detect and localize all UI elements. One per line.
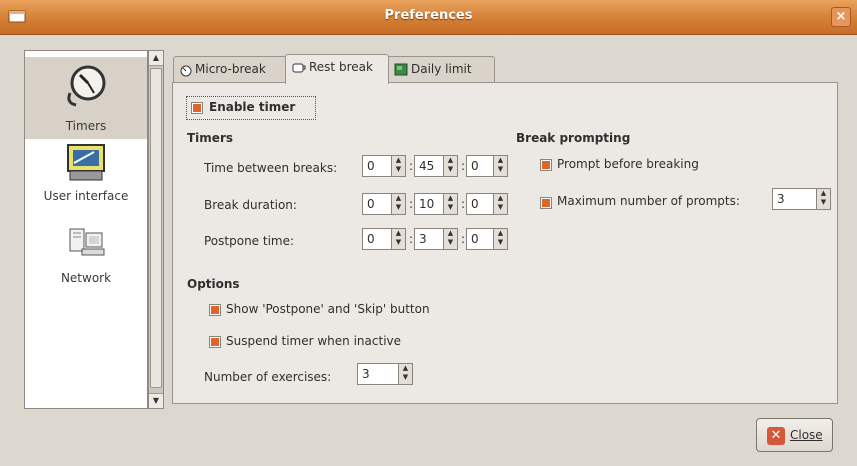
network-icon <box>69 228 105 256</box>
spinner-value: 3 <box>362 367 370 381</box>
tab-daily-limit[interactable]: Daily limit <box>387 56 495 82</box>
number-of-exercises-label: Number of exercises: <box>204 370 332 384</box>
close-button[interactable]: ✕ Close <box>756 418 833 452</box>
preferences-window: Preferences × Timers User interface Netw… <box>0 0 857 466</box>
postpone-seconds-spinner[interactable]: 0 ▲ ▼ <box>466 228 508 250</box>
time-separator: : <box>461 159 466 173</box>
spinner-value: 0 <box>471 197 479 211</box>
spin-arrows-icon[interactable]: ▲ ▼ <box>443 194 457 214</box>
spinner-value: 0 <box>471 232 479 246</box>
postpone-time-label: Postpone time: <box>204 234 295 248</box>
tab-label: Rest break <box>309 60 373 74</box>
max-prompts-spinner[interactable]: 3 ▲ ▼ <box>772 188 831 210</box>
break-duration-minutes-spinner[interactable]: 10 ▲ ▼ <box>414 193 458 215</box>
window-title: Preferences <box>384 8 473 23</box>
spinner-value: 0 <box>367 232 375 246</box>
suspend-timer-checkbox[interactable] <box>209 336 221 348</box>
globe-icon <box>394 63 408 76</box>
spin-arrows-icon[interactable]: ▲ ▼ <box>398 364 412 384</box>
time-separator: : <box>409 232 414 246</box>
time-separator: : <box>409 159 414 173</box>
time-between-minutes-spinner[interactable]: 45 ▲ ▼ <box>414 155 458 177</box>
window-close-button[interactable]: × <box>831 7 851 27</box>
monitor-icon <box>67 144 105 181</box>
tab-label: Micro-break <box>195 62 266 76</box>
sidebar-item-network[interactable]: Network <box>25 223 147 303</box>
tab-rest-break[interactable]: Rest break <box>285 54 389 84</box>
spin-arrows-icon[interactable]: ▲ ▼ <box>443 156 457 176</box>
time-between-hours-spinner[interactable]: 0 ▲ ▼ <box>362 155 406 177</box>
number-of-exercises-spinner[interactable]: 3 ▲ ▼ <box>357 363 413 385</box>
stopwatch-icon <box>180 65 192 76</box>
sidebar-item-label: Network <box>60 271 112 285</box>
show-postpone-skip-label: Show 'Postpone' and 'Skip' button <box>226 302 430 316</box>
break-prompting-heading: Break prompting <box>516 131 631 145</box>
sidebar-item-user-interface[interactable]: User interface <box>25 141 147 221</box>
scroll-up-arrow-icon[interactable]: ▲ <box>149 51 163 66</box>
max-prompts-label: Maximum number of prompts: <box>557 194 740 208</box>
spinner-value: 0 <box>367 159 375 173</box>
break-duration-seconds-spinner[interactable]: 0 ▲ ▼ <box>466 193 508 215</box>
prompt-before-breaking-label: Prompt before breaking <box>557 157 699 171</box>
category-list: Timers User interface Network <box>24 50 148 409</box>
spinner-value: 3 <box>777 192 785 206</box>
spin-arrows-icon[interactable]: ▲ ▼ <box>493 194 507 214</box>
close-icon: ✕ <box>767 427 785 445</box>
scroll-down-arrow-icon[interactable]: ▼ <box>149 393 163 408</box>
coffee-cup-icon <box>292 63 306 72</box>
spin-arrows-icon[interactable]: ▲ ▼ <box>493 229 507 249</box>
spin-arrows-icon[interactable]: ▲ ▼ <box>816 189 830 209</box>
sidebar-item-label: User interface <box>43 189 129 203</box>
spinner-value: 3 <box>419 232 427 246</box>
tab-micro-break[interactable]: Micro-break <box>173 56 287 82</box>
sidebar-scrollbar[interactable]: ▲ ▼ <box>148 50 164 409</box>
spin-arrows-icon[interactable]: ▲ ▼ <box>493 156 507 176</box>
suspend-timer-label: Suspend timer when inactive <box>226 334 402 348</box>
clock-icon <box>67 65 106 107</box>
break-duration-hours-spinner[interactable]: 0 ▲ ▼ <box>362 193 406 215</box>
time-separator: : <box>409 197 414 211</box>
enable-timer-label: Enable timer <box>209 100 296 114</box>
prompt-before-breaking-checkbox[interactable] <box>540 159 552 171</box>
spinner-value: 45 <box>419 159 435 173</box>
show-postpone-skip-checkbox[interactable] <box>209 304 221 316</box>
break-duration-label: Break duration: <box>204 198 297 212</box>
spinner-value: 10 <box>419 197 435 211</box>
max-prompts-checkbox[interactable] <box>540 197 552 209</box>
enable-timer-checkbox[interactable] <box>191 102 203 114</box>
spin-arrows-icon[interactable]: ▲ ▼ <box>391 229 405 249</box>
spin-arrows-icon[interactable]: ▲ ▼ <box>391 194 405 214</box>
options-heading: Options <box>187 277 240 291</box>
close-button-label: Close <box>790 428 823 442</box>
time-between-breaks-label: Time between breaks: <box>204 161 338 175</box>
spinner-value: 0 <box>367 197 375 211</box>
postpone-hours-spinner[interactable]: 0 ▲ ▼ <box>362 228 406 250</box>
sidebar-item-timers[interactable]: Timers <box>25 57 147 139</box>
titlebar[interactable]: Preferences × <box>0 0 857 35</box>
spinner-value: 0 <box>471 159 479 173</box>
time-separator: : <box>461 232 466 246</box>
spin-arrows-icon[interactable]: ▲ ▼ <box>443 229 457 249</box>
spin-arrows-icon[interactable]: ▲ ▼ <box>391 156 405 176</box>
timers-heading: Timers <box>187 131 234 145</box>
scroll-thumb[interactable] <box>150 68 162 388</box>
sidebar-item-label: Timers <box>65 119 107 133</box>
tab-label: Daily limit <box>411 62 472 76</box>
time-separator: : <box>461 197 466 211</box>
time-between-seconds-spinner[interactable]: 0 ▲ ▼ <box>466 155 508 177</box>
postpone-minutes-spinner[interactable]: 3 ▲ ▼ <box>414 228 458 250</box>
